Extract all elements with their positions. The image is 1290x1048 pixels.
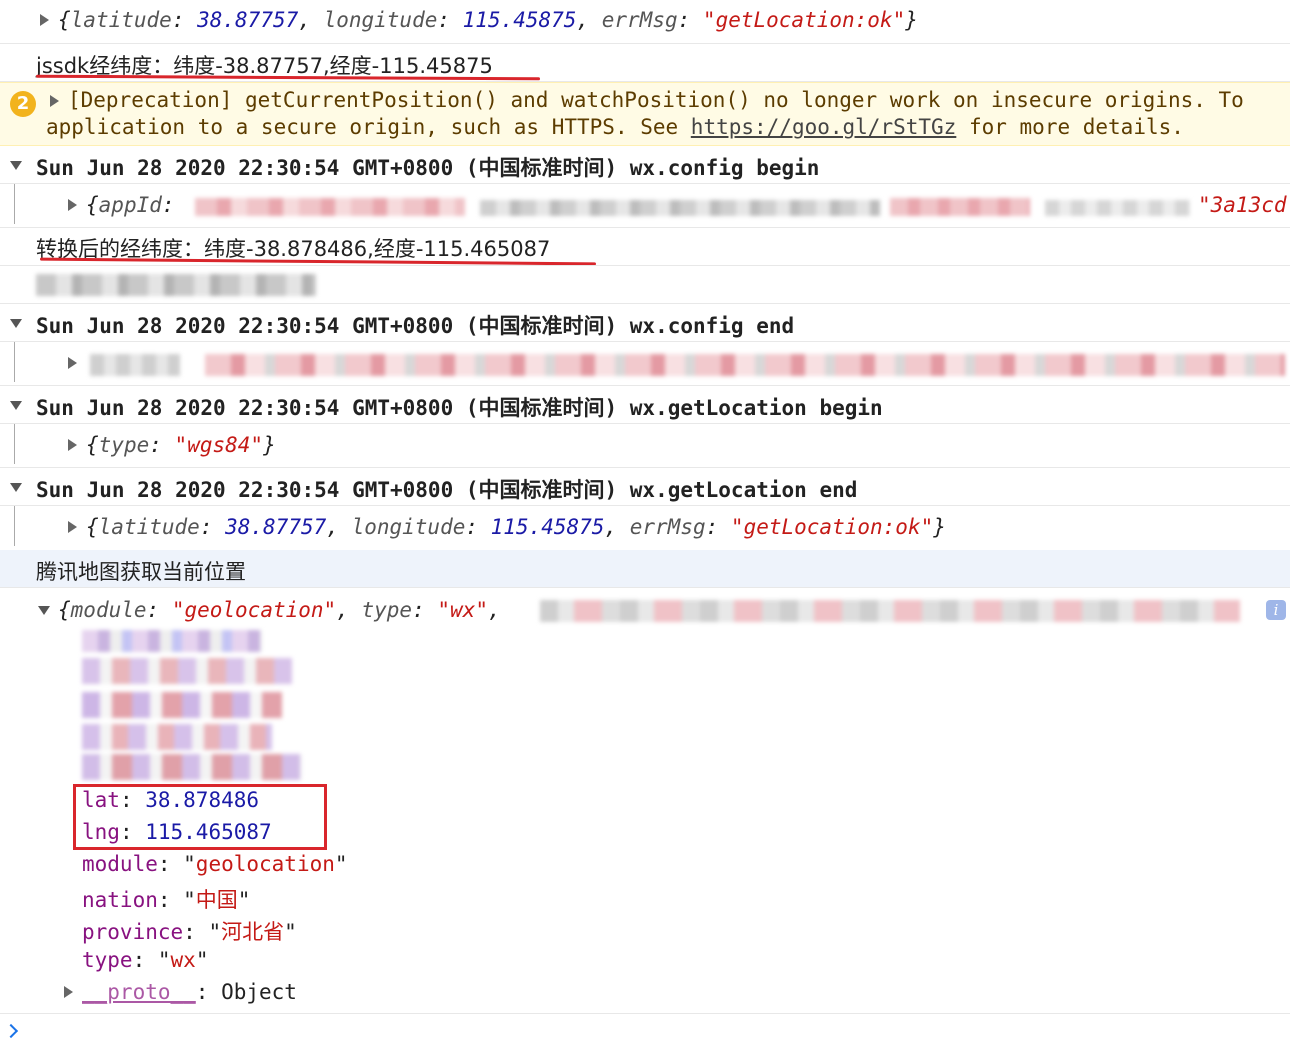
expand-triangle-icon[interactable] [68,521,77,533]
redacted-block [82,754,302,780]
group-indent-bar [14,184,15,224]
collapse-triangle-icon[interactable] [38,606,50,615]
collapse-triangle-icon[interactable] [10,401,22,410]
expanded-object: {module: "geolocation", type: "wx", i la… [0,588,1290,1014]
object-preview[interactable]: {appId: [86,193,175,217]
redacted-block [82,658,292,684]
group-indent-bar [14,342,15,382]
group-title: Sun Jun 28 2020 22:30:54 GMT+0800 (中国标准时… [36,314,795,338]
object-preview[interactable]: {type: "wgs84"} [86,433,276,457]
prop-province: province: "河北省" [82,920,297,944]
prop-module: module: "geolocation" [82,852,348,876]
object-preview[interactable]: {latitude: 38.87757, longitude: 115.4587… [58,8,918,32]
redacted-block [90,354,180,376]
chevron-right-icon [3,1023,19,1039]
warning-text-line2: application to a secure origin, such as … [46,115,1184,139]
group-header-getlocation-end[interactable]: Sun Jun 28 2020 22:30:54 GMT+0800 (中国标准时… [0,468,1290,506]
object-preview[interactable]: {module: "geolocation", type: "wx", [58,598,501,622]
info-icon[interactable]: i [1266,600,1286,620]
collapse-triangle-icon[interactable] [10,319,22,328]
group-child-config-begin: {appId: "3a13cd [0,184,1290,228]
expand-triangle-icon[interactable] [68,357,77,369]
prop-proto[interactable]: __proto__: Object [82,980,297,1004]
group-child-getlocation-end: {latitude: 38.87757, longitude: 115.4587… [0,506,1290,550]
group-header-config-end[interactable]: Sun Jun 28 2020 22:30:54 GMT+0800 (中国标准时… [0,304,1290,342]
group-title: Sun Jun 28 2020 22:30:54 GMT+0800 (中国标准时… [36,478,858,502]
prop-lng: lng: 115.465087 [82,820,272,844]
redacted-block [195,198,465,216]
group-header-config-begin[interactable]: Sun Jun 28 2020 22:30:54 GMT+0800 (中国标准时… [0,146,1290,184]
warning-count-badge: 2 [10,91,36,117]
log-row-converted: 转换后的经纬度：纬度-38.878486,经度-115.465087 [0,228,1290,266]
expand-triangle-icon[interactable] [68,439,77,451]
expand-triangle-icon[interactable] [40,14,49,26]
prop-nation: nation: "中国" [82,888,251,912]
object-preview[interactable]: {latitude: 38.87757, longitude: 115.4587… [86,515,946,539]
log-row-location-result: {latitude: 38.87757, longitude: 115.4587… [0,0,1290,44]
log-row-redacted [0,266,1290,304]
redacted-block [205,354,1285,376]
expand-triangle-icon[interactable] [68,199,77,211]
redacted-block [36,274,316,296]
redacted-block [540,600,1240,622]
prop-lat: lat: 38.878486 [82,788,260,812]
warning-link[interactable]: https://goo.gl/rStTGz [691,115,957,139]
redacted-block [890,198,1030,216]
expand-triangle-icon[interactable] [64,986,73,998]
log-row-jssdk: jssdk经纬度：纬度-38.87757,经度-115.45875 [0,44,1290,82]
group-header-getlocation-begin[interactable]: Sun Jun 28 2020 22:30:54 GMT+0800 (中国标准时… [0,386,1290,424]
group-child-config-end [0,342,1290,386]
string-value: "3a13cd [1198,193,1287,217]
warning-message: 2 [Deprecation] getCurrentPosition() and… [0,82,1290,146]
group-child-getlocation-begin: {type: "wgs84"} [0,424,1290,468]
redacted-block [82,692,282,718]
group-indent-bar [14,506,15,546]
tencent-map-message: 腾讯地图获取当前位置 [36,560,246,584]
group-title: Sun Jun 28 2020 22:30:54 GMT+0800 (中国标准时… [36,396,883,420]
redacted-block [82,724,272,750]
collapse-triangle-icon[interactable] [10,161,22,170]
redacted-block [1045,200,1190,216]
log-row-tencent-map: 腾讯地图获取当前位置 [0,550,1290,588]
redacted-block [480,200,880,216]
expand-triangle-icon[interactable] [50,95,59,107]
collapse-triangle-icon[interactable] [10,483,22,492]
prop-type: type: "wx" [82,948,209,972]
group-indent-bar [14,424,15,464]
group-title: Sun Jun 28 2020 22:30:54 GMT+0800 (中国标准时… [36,156,820,180]
redacted-block [82,630,262,652]
console-prompt[interactable] [0,1014,1290,1048]
warning-text-line1: [Deprecation] getCurrentPosition() and w… [68,88,1244,112]
